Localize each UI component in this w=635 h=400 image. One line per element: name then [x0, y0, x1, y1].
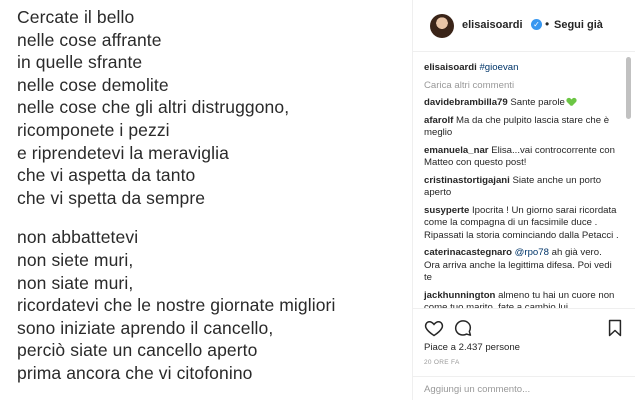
- heart-icon[interactable]: [424, 318, 444, 338]
- poem-line: ricordatevi che le nostre giornate migli…: [17, 295, 336, 316]
- comment-item: cristinastortigajani Siate anche un port…: [424, 175, 620, 200]
- post-image[interactable]: Cercate il bello nelle cose affrante in …: [0, 0, 412, 400]
- poem-line: Cercate il bello: [17, 7, 135, 27]
- poem-line: prima ancora che vi citofonino: [17, 362, 253, 383]
- follow-status-button[interactable]: Segui già: [554, 19, 603, 31]
- comment-username[interactable]: caterinacastegnaro: [424, 247, 512, 258]
- poem-line: ricomponete i pezzi: [17, 119, 170, 140]
- likes-count[interactable]: Piace a 2.437 persone: [424, 342, 520, 353]
- comments-scrollbar[interactable]: [625, 57, 632, 308]
- post-timestamp[interactable]: 20 ORE FA: [424, 359, 460, 366]
- comment-username[interactable]: cristinastortigajani: [424, 175, 510, 186]
- avatar[interactable]: [430, 14, 454, 38]
- poem-line: che vi aspetta da tanto: [17, 165, 196, 186]
- poem-line: non siete muri,: [17, 249, 134, 270]
- comment-username[interactable]: davidebrambilla79: [424, 97, 508, 108]
- comment-item: davidebrambilla79 Sante parole: [424, 97, 620, 109]
- poem-line: e riprendetevi la meraviglia: [17, 142, 229, 163]
- poem-line: nelle cose demolite: [17, 74, 169, 95]
- verified-badge-icon: ✓: [531, 19, 542, 30]
- poem-line: non abbattetevi: [17, 227, 139, 248]
- post-side-panel: elisaisoardi ✓ • Segui già elisaisoardi …: [412, 0, 635, 400]
- header-username[interactable]: elisaisoardi: [462, 19, 523, 31]
- poem-line: che vi spetta da sempre: [17, 187, 206, 208]
- poem-line: nelle cose affrante: [17, 29, 162, 50]
- green-heart-icon: [567, 98, 576, 106]
- add-comment-section: [413, 376, 635, 400]
- comment-username[interactable]: susyperte: [424, 205, 469, 216]
- comment-item: emanuela_nar Elisa...vai controcorrente …: [424, 145, 620, 170]
- post-actions: Piace a 2.437 persone 20 ORE FA: [413, 308, 635, 376]
- header-separator: •: [545, 17, 550, 31]
- comment-username[interactable]: jackhunnington: [424, 290, 495, 301]
- comment-list: davidebrambilla79 Sante parole afarolf M…: [424, 97, 620, 308]
- post-caption: elisaisoardi #gioevan: [424, 62, 518, 73]
- comment-item: afarolf Ma da che pulpito lascia stare c…: [424, 115, 620, 140]
- add-comment-input[interactable]: [424, 381, 624, 397]
- comment-text: Sante parole: [510, 97, 565, 108]
- comment-item: susyperte Ipocrita ! Un giorno sarai ric…: [424, 205, 620, 242]
- bookmark-icon[interactable]: [605, 318, 625, 338]
- load-more-comments-button[interactable]: Carica altri commenti: [424, 80, 514, 91]
- post-header: elisaisoardi ✓ • Segui già: [413, 0, 635, 52]
- comment-username[interactable]: emanuela_nar: [424, 145, 489, 156]
- comment-item: caterinacastegnaro @rpo78 ah già vero. O…: [424, 247, 620, 284]
- comment-username[interactable]: afarolf: [424, 115, 453, 126]
- caption-username[interactable]: elisaisoardi: [424, 62, 477, 73]
- poem-line: nelle cose che gli altri distruggono,: [17, 97, 290, 118]
- comment-item: jackhunnington almeno tu hai un cuore no…: [424, 290, 620, 308]
- caption-hashtag[interactable]: #gioevan: [479, 62, 518, 73]
- poem-line: in quelle sfrante: [17, 52, 143, 73]
- poem-line: non siate muri,: [17, 272, 134, 293]
- poem-text: Cercate il bello nelle cose affrante in …: [17, 6, 335, 385]
- poem-line: perciò siate un cancello aperto: [17, 340, 258, 361]
- poem-line: sono iniziate aprendo il cancello,: [17, 317, 274, 338]
- comment-icon[interactable]: [453, 318, 473, 338]
- scrollbar-thumb[interactable]: [626, 57, 631, 119]
- comments-area[interactable]: elisaisoardi #gioevan Carica altri comme…: [413, 53, 635, 308]
- stanza-gap: [17, 209, 335, 226]
- comment-mention[interactable]: @rpo78: [515, 247, 549, 258]
